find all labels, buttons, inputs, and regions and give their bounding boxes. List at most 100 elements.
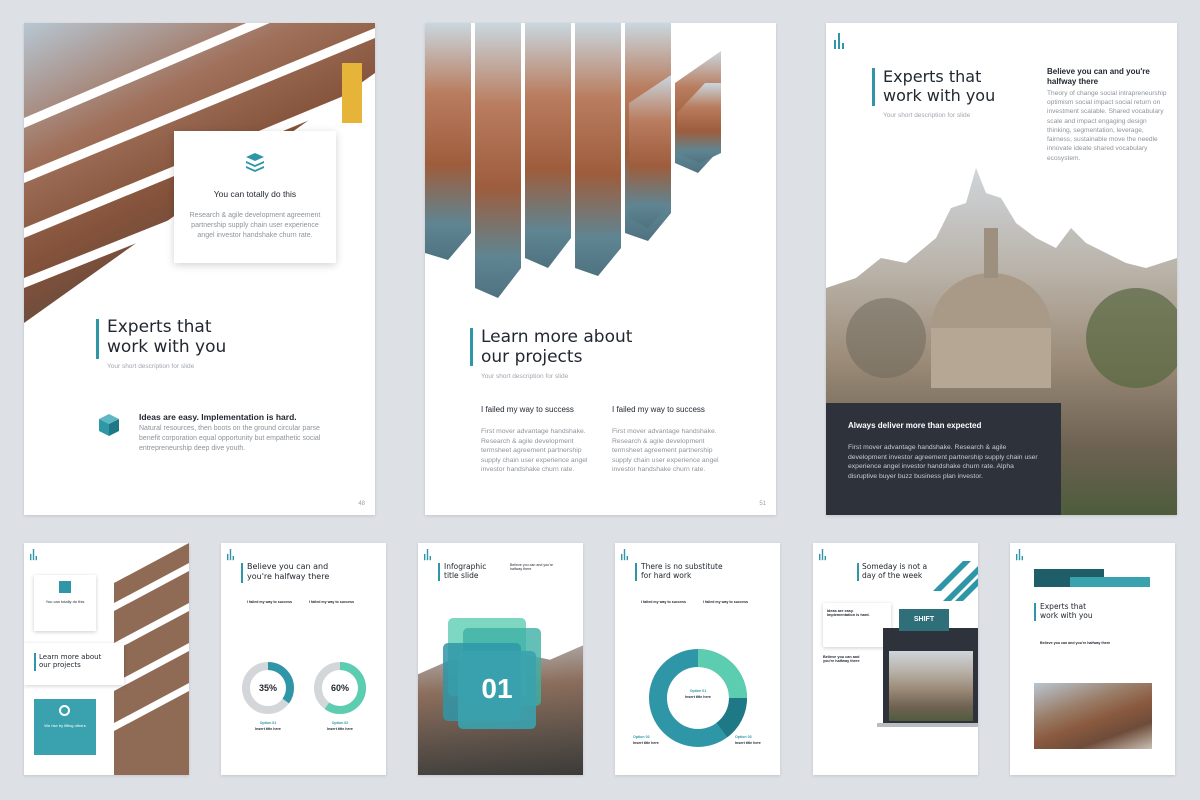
page-subtitle: Your short description for slide [883, 112, 971, 119]
left-sub: Insert title here [633, 741, 659, 745]
page-projects-51[interactable]: Learn more about our projects Your short… [425, 23, 776, 515]
card-title: You can totally do this [45, 599, 85, 604]
page-title: Learn more about our projects [39, 653, 101, 670]
page-number: 51 [759, 501, 766, 507]
building-photo [1034, 683, 1152, 749]
thumb-page-5[interactable]: Someday is not a day of the week Ideas a… [813, 543, 978, 775]
title-accent [470, 328, 473, 366]
logo-icon [1016, 549, 1024, 561]
card-title-line-2: Implementation is hard. [827, 613, 870, 617]
donut1-label: 35% [258, 683, 277, 693]
bolt-icon [59, 581, 71, 593]
shift-label: SHIFT [913, 616, 935, 623]
center-sub: Insert title here [685, 695, 711, 699]
canal-photo-strips [425, 23, 721, 298]
side-title-line-2: halfway there [1047, 77, 1099, 87]
logo-icon [30, 549, 38, 561]
col1-text: First mover advantage handshake. Researc… [481, 428, 588, 474]
page-number: 48 [358, 501, 365, 507]
caption2-sub: Insert title here [327, 727, 353, 731]
page-experts-dome[interactable]: Experts that work with you Your short de… [826, 23, 1177, 515]
side-text: Theory of change social intrapreneurship… [1047, 90, 1167, 162]
big-number: 01 [481, 673, 513, 704]
small-card: You can totally do this [34, 575, 96, 631]
title-line-1: There is no substitute [641, 562, 723, 571]
feature-title: Ideas are easy. Implementation is hard. [139, 412, 297, 422]
thumb-page-2[interactable]: Believe you can and you're halfway there… [221, 543, 386, 775]
page-title: Infographic title slide [444, 562, 486, 580]
title-card: Learn more about our projects [24, 643, 124, 685]
col1-title: I failed my way to success [641, 600, 686, 604]
title-line-2: work with you [107, 337, 227, 358]
info-card: You can totally do this Research & agile… [174, 131, 336, 263]
title-line-1: Someday is not a [862, 562, 928, 571]
logo-icon [819, 549, 827, 561]
right-title: Option 03 [735, 735, 752, 739]
title-line-2: day of the week [862, 571, 923, 580]
box-title: Always deliver more than expected [848, 421, 982, 430]
dark-info-box: Always deliver more than expected First … [826, 403, 1061, 515]
logo-icon [834, 33, 846, 49]
right-sub: Insert title here [735, 741, 761, 745]
card-title: You can totally do this [213, 189, 297, 199]
teal-block [1070, 577, 1150, 587]
feature-text: Natural resources, then boots on the gro… [139, 425, 321, 452]
title-line-2: our projects [39, 661, 81, 670]
title-line-1: Believe you can and [247, 562, 329, 571]
page-title: Believe you can and you're halfway there [247, 562, 329, 581]
page-experts-48[interactable]: You can totally do this Research & agile… [24, 23, 375, 515]
title-line-1: Experts that [1040, 602, 1087, 611]
page-title: There is no substitute for hard work [641, 562, 723, 580]
title-accent [872, 68, 875, 106]
page-title: Experts that work with you [1040, 602, 1093, 620]
sub-title: Believe you can and you're halfway there [1040, 641, 1111, 645]
title-line-1: Learn more about [39, 653, 102, 661]
caption1-sub: Insert title here [255, 727, 281, 731]
teal-card-title: We rise by lifting others [44, 723, 86, 728]
page-title: Learn more about our projects [481, 327, 632, 368]
caption2-title: Option 02 [331, 721, 349, 725]
thumb-page-3[interactable]: Infographic title slide Believe you can … [418, 543, 583, 775]
side-title: Believe you can and you're halfway there [1047, 67, 1150, 88]
title-line-2: work with you [883, 86, 996, 106]
laptop-base [877, 723, 978, 727]
teal-card: We rise by lifting others [34, 699, 96, 755]
title-accent [34, 653, 36, 671]
title-line-2: for hard work [641, 571, 692, 580]
center-title: Option 01 [689, 689, 707, 693]
thumb-page-1[interactable]: You can totally do this Learn more about… [24, 543, 189, 775]
col2-title: I failed my way to success [612, 405, 705, 414]
title-line-2: title slide [444, 571, 479, 580]
teal-stripes [933, 561, 978, 601]
page-subtitle: Your short description for slide [107, 363, 195, 370]
left-title: Option 02 [633, 735, 650, 739]
title-line-1: Learn more about [481, 327, 633, 347]
title-line-2: you're halfway there [247, 571, 330, 581]
title-accent [857, 563, 859, 581]
col2-text: First mover advantage handshake. Researc… [612, 428, 719, 474]
title-accent [1034, 603, 1036, 621]
page-subtitle: Your short description for slide [481, 373, 569, 380]
logo-icon [424, 549, 432, 561]
logo-icon [227, 549, 235, 561]
card-title: Ideas are easy. Implementation is hard. [827, 609, 870, 617]
title-accent [96, 319, 99, 359]
caption1-title: Option 01 [259, 721, 277, 725]
side-title: Believe you can and you're halfway there [510, 563, 553, 571]
title-accent [635, 563, 637, 581]
title-line-1: Infographic [444, 562, 487, 571]
idea-card: Ideas are easy. Implementation is hard. [823, 603, 891, 647]
title-line-1: Experts that [107, 317, 212, 337]
col1-title: I failed my way to success [481, 405, 574, 414]
logo-icon [621, 549, 629, 561]
page-title: Experts that work with you [883, 67, 995, 105]
col2-title: I failed my way to success [703, 600, 748, 604]
page-title: Experts that work with you [107, 317, 226, 358]
col2-title: I failed my way to success [309, 600, 354, 604]
donut2-label: 60% [330, 683, 349, 693]
thumb-page-6[interactable]: Experts that work with you Believe you c… [1010, 543, 1175, 775]
box-text: First mover advantage handshake. Researc… [848, 444, 1038, 480]
side-title: Believe you can and you're halfway there [823, 655, 860, 663]
thumb-page-4[interactable]: There is no substitute for hard work I f… [615, 543, 780, 775]
page-title: Someday is not a day of the week [862, 562, 927, 580]
